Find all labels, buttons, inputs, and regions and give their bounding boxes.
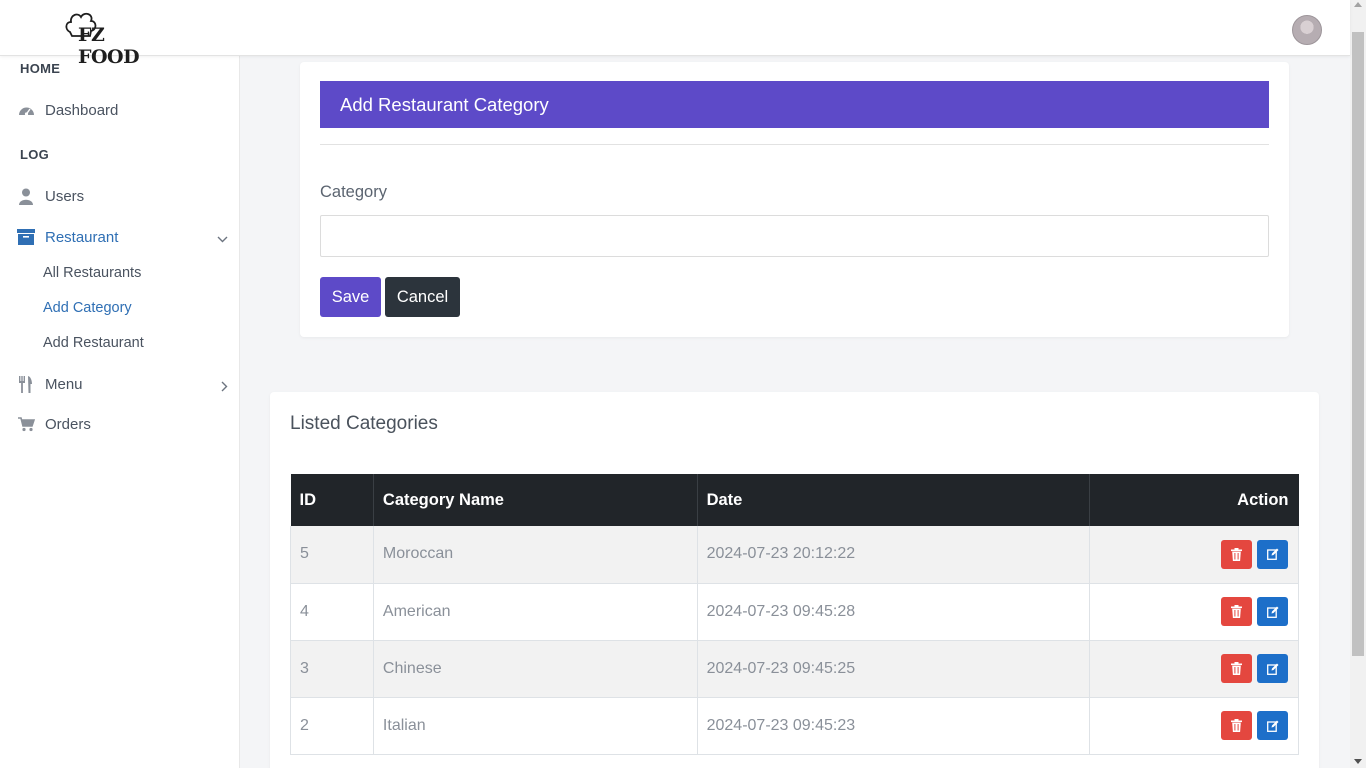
categories-table: ID Category Name Date Action 5 Moroccan …: [290, 474, 1299, 755]
add-category-card: Add Restaurant Category Category Save Ca…: [300, 62, 1289, 337]
table-row: 5 Moroccan 2024-07-23 20:12:22: [290, 526, 1299, 583]
sidebar-item-menu[interactable]: Menu: [0, 366, 240, 402]
trash-icon: [1231, 547, 1242, 561]
edit-icon: [1266, 663, 1278, 675]
sidebar-subitem-add-category[interactable]: Add Category: [43, 300, 132, 316]
cell-date: 2024-07-23 09:45:28: [696, 583, 1091, 640]
page-scrollbar[interactable]: [1350, 0, 1366, 768]
cell-category-name: American: [372, 583, 698, 640]
cell-id: 2: [290, 697, 374, 754]
table-header-row: ID Category Name Date Action: [290, 474, 1299, 526]
user-icon: [17, 187, 35, 205]
edit-button[interactable]: [1257, 597, 1288, 626]
cell-action: [1089, 697, 1299, 754]
edit-icon: [1266, 606, 1278, 618]
cell-id: 4: [290, 583, 374, 640]
shopping-cart-icon: [17, 415, 35, 433]
table-row: 3 Chinese 2024-07-23 09:45:25: [290, 640, 1299, 697]
sidebar-item-orders-label: Orders: [45, 415, 91, 433]
cell-id: 3: [290, 640, 374, 697]
sidebar-heading-home: HOME: [20, 61, 61, 76]
sidebar-subitem-add-restaurant[interactable]: Add Restaurant: [43, 335, 144, 351]
divider: [320, 144, 1269, 145]
cell-date: 2024-07-23 09:45:25: [696, 640, 1091, 697]
cell-date: 2024-07-23 20:12:22: [696, 526, 1091, 583]
scrollbar-thumb[interactable]: [1352, 32, 1364, 656]
column-header-id: ID: [290, 474, 374, 526]
cell-category-name: Moroccan: [372, 526, 698, 583]
edit-button[interactable]: [1257, 711, 1288, 740]
sidebar-item-dashboard[interactable]: Dashboard: [0, 92, 240, 128]
logo-text: FZ FOOD: [78, 24, 140, 68]
column-header-category-name: Category Name: [373, 474, 698, 526]
archive-box-icon: [17, 228, 35, 246]
chevron-right-icon: [221, 379, 228, 397]
sidebar-item-users[interactable]: Users: [0, 178, 240, 214]
save-button[interactable]: Save: [320, 277, 381, 317]
trash-icon: [1231, 719, 1242, 732]
table-row: 4 American 2024-07-23 09:45:28: [290, 583, 1299, 640]
delete-button[interactable]: [1221, 597, 1252, 626]
category-label: Category: [320, 183, 387, 201]
sidebar-subitem-all-restaurants[interactable]: All Restaurants: [43, 265, 141, 281]
user-avatar[interactable]: [1292, 15, 1322, 45]
cancel-button[interactable]: Cancel: [385, 277, 460, 317]
card-title: Add Restaurant Category: [340, 93, 549, 115]
edit-button[interactable]: [1257, 654, 1288, 683]
trash-icon: [1231, 605, 1242, 618]
edit-icon: [1266, 720, 1278, 732]
column-header-date: Date: [697, 474, 1091, 526]
cell-action: [1089, 583, 1299, 640]
trash-icon: [1231, 662, 1242, 675]
cell-date: 2024-07-23 09:45:23: [696, 697, 1091, 754]
cell-category-name: Chinese: [372, 640, 698, 697]
sidebar-item-orders[interactable]: Orders: [0, 406, 240, 442]
fz-food-logo[interactable]: FZ FOOD: [64, 10, 164, 68]
cell-category-name: Italian: [372, 697, 698, 754]
listed-categories-title: Listed Categories: [290, 413, 438, 434]
sidebar-item-users-label: Users: [45, 187, 85, 205]
sidebar-item-dashboard-label: Dashboard: [45, 101, 119, 119]
sidebar: HOME Dashboard LOG Users Restaurant All …: [0, 56, 240, 768]
sidebar-item-restaurant[interactable]: Restaurant: [0, 219, 240, 255]
delete-button[interactable]: [1221, 654, 1252, 683]
cell-action: [1089, 526, 1299, 583]
sidebar-heading-log: LOG: [20, 147, 50, 162]
sidebar-item-menu-label: Menu: [45, 375, 83, 393]
sidebar-item-restaurant-label: Restaurant: [45, 228, 119, 246]
scroll-up-arrow-icon[interactable]: [1354, 2, 1362, 7]
column-header-action: Action: [1237, 490, 1289, 509]
delete-button[interactable]: [1221, 539, 1252, 569]
utensils-icon: [17, 375, 35, 393]
scroll-down-arrow-icon[interactable]: [1354, 759, 1362, 764]
cell-action: [1089, 640, 1299, 697]
edit-icon: [1266, 548, 1278, 561]
listed-categories-card: Listed Categories ID Category Name Date …: [270, 392, 1319, 768]
cell-id: 5: [290, 526, 374, 583]
table-row: 2 Italian 2024-07-23 09:45:23: [290, 697, 1299, 754]
category-input[interactable]: [320, 215, 1269, 257]
edit-button[interactable]: [1257, 539, 1288, 569]
delete-button[interactable]: [1221, 711, 1252, 740]
chevron-down-icon: [217, 230, 228, 248]
gauge-icon: [17, 101, 35, 119]
top-navbar: FZ FOOD: [0, 0, 1350, 68]
add-category-header: Add Restaurant Category: [320, 81, 1269, 128]
